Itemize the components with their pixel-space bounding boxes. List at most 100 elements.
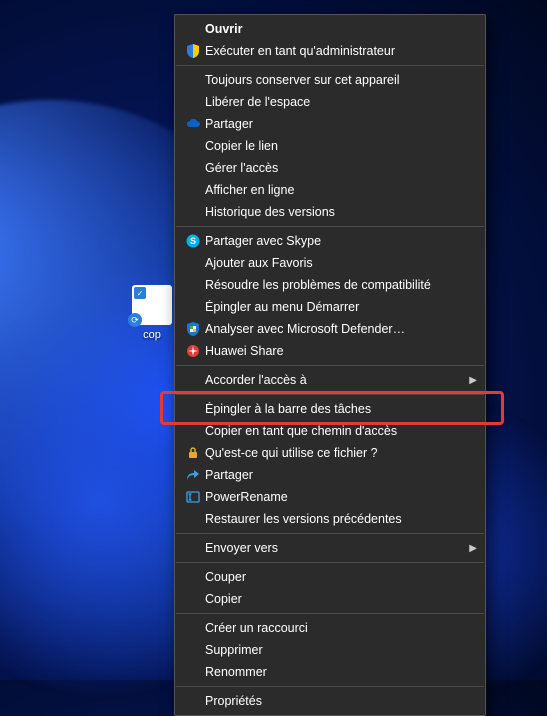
menu-item-properties[interactable]: Propriétés [175,690,485,712]
menu-item-label: Afficher en ligne [205,183,461,197]
blank-icon [181,72,205,88]
onedrive-icon [181,116,205,132]
menu-item-copy-as-path[interactable]: Copier en tant que chemin d'accès [175,420,485,442]
defender-icon [181,321,205,337]
blank-icon [181,277,205,293]
menu-item-free-space[interactable]: Libérer de l'espace [175,91,485,113]
menu-separator [176,65,484,66]
menu-item-copy[interactable]: Copier [175,588,485,610]
blank-icon [181,642,205,658]
menu-item-label: Partager avec Skype [205,234,461,248]
menu-item-label: Qu'est-ce qui utilise ce fichier ? [205,446,461,460]
desktop-shortcut-icon[interactable]: ✓ ⟳ cop [128,285,176,341]
blank-icon [181,591,205,607]
shield-icon [181,43,205,59]
menu-separator [176,365,484,366]
menu-item-label: Épingler à la barre des tâches [205,402,461,416]
blank-icon [181,423,205,439]
menu-item-label: Gérer l'accès [205,161,461,175]
file-icon: ✓ ⟳ [132,285,172,325]
menu-item-label: Analyser avec Microsoft Defender… [205,322,461,336]
blank-icon [181,401,205,417]
share-arrow-icon [181,467,205,483]
menu-item-label: Copier en tant que chemin d'accès [205,424,461,438]
menu-item-label: Ajouter aux Favoris [205,256,461,270]
menu-item-pin-start[interactable]: Épingler au menu Démarrer [175,296,485,318]
blank-icon [181,160,205,176]
menu-item-label: Ouvrir [205,22,461,36]
menu-item-label: Supprimer [205,643,461,657]
blank-icon [181,511,205,527]
menu-item-cut[interactable]: Couper [175,566,485,588]
menu-item-always-keep[interactable]: Toujours conserver sur cet appareil [175,69,485,91]
menu-item-open[interactable]: Ouvrir [175,18,485,40]
huawei-icon [181,343,205,359]
menu-item-run-as-admin[interactable]: Exécuter en tant qu'administrateur [175,40,485,62]
menu-item-manage-access[interactable]: Gérer l'accès [175,157,485,179]
menu-separator [176,613,484,614]
menu-item-label: Épingler au menu Démarrer [205,300,461,314]
sync-badge-icon: ⟳ [128,313,142,327]
menu-item-version-history[interactable]: Historique des versions [175,201,485,223]
menu-item-share-arrow[interactable]: Partager [175,464,485,486]
desktop-icon-label: cop [128,329,176,341]
menu-item-label: Renommer [205,665,461,679]
blank-icon [181,664,205,680]
lock-icon [181,445,205,461]
menu-item-delete[interactable]: Supprimer [175,639,485,661]
menu-item-label: Résoudre les problèmes de compatibilité [205,278,461,292]
blank-icon [181,569,205,585]
menu-item-label: Copier le lien [205,139,461,153]
menu-item-restore-versions[interactable]: Restaurer les versions précédentes [175,508,485,530]
menu-separator [176,226,484,227]
blank-icon [181,299,205,315]
blank-icon [181,204,205,220]
menu-item-give-access[interactable]: Accorder l'accès à ▶ [175,369,485,391]
blank-icon [181,620,205,636]
context-menu: Ouvrir Exécuter en tant qu'administrateur… [174,14,486,716]
blank-icon [181,372,205,388]
menu-item-add-favorites[interactable]: Ajouter aux Favoris [175,252,485,274]
menu-item-label: Toujours conserver sur cet appareil [205,73,461,87]
menu-item-share-skype[interactable]: Partager avec Skype [175,230,485,252]
menu-item-label: Copier [205,592,461,606]
menu-item-create-shortcut[interactable]: Créer un raccourci [175,617,485,639]
menu-item-label: Partager [205,117,461,131]
blank-icon [181,138,205,154]
menu-item-label: Envoyer vers [205,541,461,555]
menu-separator [176,562,484,563]
chevron-right-icon: ▶ [469,375,477,386]
blank-icon [181,693,205,709]
menu-item-share-onedrive[interactable]: Partager [175,113,485,135]
menu-separator [176,394,484,395]
menu-item-copy-link[interactable]: Copier le lien [175,135,485,157]
chevron-right-icon: ▶ [469,543,477,554]
skype-icon [181,233,205,249]
blank-icon [181,540,205,556]
menu-item-huawei-share[interactable]: Huawei Share [175,340,485,362]
menu-item-troubleshoot-compat[interactable]: Résoudre les problèmes de compatibilité [175,274,485,296]
menu-item-label: PowerRename [205,490,461,504]
menu-item-defender-scan[interactable]: Analyser avec Microsoft Defender… [175,318,485,340]
blank-icon [181,94,205,110]
menu-item-label: Accorder l'accès à [205,373,461,387]
menu-item-label: Partager [205,468,461,482]
menu-item-label: Couper [205,570,461,584]
blank-icon [181,255,205,271]
menu-item-what-uses[interactable]: Qu'est-ce qui utilise ce fichier ? [175,442,485,464]
menu-separator [176,533,484,534]
menu-item-label: Libérer de l'espace [205,95,461,109]
menu-item-label: Propriétés [205,694,461,708]
menu-item-powerrename[interactable]: PowerRename [175,486,485,508]
menu-item-label: Huawei Share [205,344,461,358]
menu-item-label: Créer un raccourci [205,621,461,635]
menu-item-view-online[interactable]: Afficher en ligne [175,179,485,201]
menu-item-pin-taskbar[interactable]: Épingler à la barre des tâches [175,398,485,420]
menu-item-send-to[interactable]: Envoyer vers ▶ [175,537,485,559]
menu-separator [176,686,484,687]
menu-item-label: Historique des versions [205,205,461,219]
powerrename-icon [181,489,205,505]
blank-icon [181,21,205,37]
menu-item-label: Restaurer les versions précédentes [205,512,461,526]
menu-item-label: Exécuter en tant qu'administrateur [205,44,461,58]
